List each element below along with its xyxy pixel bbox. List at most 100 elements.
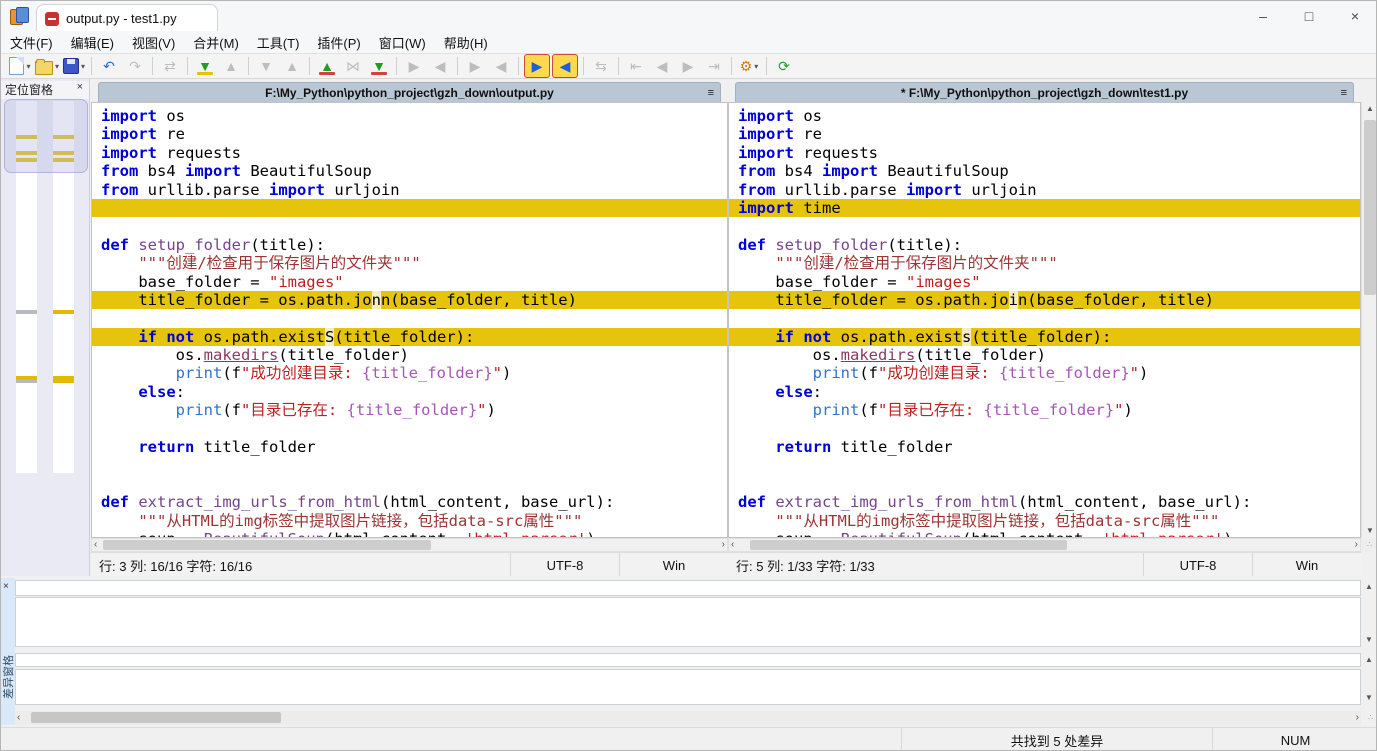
- code-line[interactable]: soup = BeautifulSoup(html_content, 'html…: [729, 530, 1360, 538]
- options-button[interactable]: ⚙▾: [737, 55, 761, 77]
- code-line[interactable]: [729, 456, 1360, 474]
- last-difference-button[interactable]: ▼: [367, 55, 391, 77]
- code-line[interactable]: def setup_folder(title):: [92, 236, 727, 254]
- scroll-right-icon[interactable]: ›: [1356, 712, 1359, 724]
- code-line[interactable]: import os: [729, 107, 1360, 125]
- code-line[interactable]: def extract_img_urls_from_html(html_cont…: [92, 493, 727, 511]
- scroll-left-icon[interactable]: ‹: [94, 539, 97, 551]
- menu-window[interactable]: 窗口(W): [370, 31, 435, 54]
- menu-plugins[interactable]: 插件(P): [308, 31, 369, 54]
- code-line[interactable]: def extract_img_urls_from_html(html_cont…: [729, 493, 1360, 511]
- code-line[interactable]: """从HTML的img标签中提取图片链接，包括data-src属性""": [729, 512, 1360, 530]
- scroll-left-icon[interactable]: ‹: [17, 712, 20, 724]
- code-line[interactable]: base_folder = "images": [729, 273, 1360, 291]
- code-line[interactable]: [729, 217, 1360, 235]
- menu-view[interactable]: 视图(V): [123, 31, 184, 54]
- first-difference-button[interactable]: ▲: [315, 55, 339, 77]
- dropdown-caret-icon[interactable]: ▾: [26, 62, 30, 71]
- reload-plugins-button[interactable]: ⟳: [772, 55, 796, 77]
- vscroll-thumb[interactable]: [1364, 120, 1376, 295]
- code-line[interactable]: """创建/检查用于保存图片的文件夹""": [92, 254, 727, 272]
- code-line[interactable]: [92, 456, 727, 474]
- right-pane-header[interactable]: * F:\My_Python\python_project\gzh_down\t…: [735, 82, 1354, 104]
- menu-merge[interactable]: 合并(M): [184, 31, 248, 54]
- menu-tools[interactable]: 工具(T): [248, 31, 309, 54]
- code-line[interactable]: [729, 309, 1360, 327]
- code-line[interactable]: import re: [729, 125, 1360, 143]
- left-horizontal-scrollbar[interactable]: ‹ ›: [91, 538, 728, 552]
- menu-help[interactable]: 帮助(H): [435, 31, 497, 54]
- code-line-diff[interactable]: if not os.path.exists(title_folder):: [729, 328, 1360, 346]
- scroll-down-icon[interactable]: ▼: [1365, 634, 1373, 646]
- code-line[interactable]: [92, 475, 727, 493]
- left-code-editor[interactable]: import osimport reimport requestsfrom bs…: [91, 102, 728, 538]
- scroll-right-icon[interactable]: ›: [722, 539, 725, 551]
- minimize-button[interactable]: –: [1240, 1, 1286, 31]
- code-line[interactable]: print(f"成功创建目录: {title_folder}"): [92, 364, 727, 382]
- dropdown-caret-icon[interactable]: ▾: [55, 62, 59, 71]
- code-line[interactable]: import requests: [729, 144, 1360, 162]
- left-pane-menu-icon[interactable]: ≡: [708, 87, 714, 99]
- open-button[interactable]: ▾: [34, 55, 60, 77]
- code-line[interactable]: """从HTML的img标签中提取图片链接，包括data-src属性""": [92, 512, 727, 530]
- scroll-up-icon[interactable]: ▲: [1365, 581, 1373, 593]
- diff-mark[interactable]: [16, 310, 37, 314]
- new-button[interactable]: ▾: [8, 55, 32, 77]
- scroll-down-icon[interactable]: ▼: [1366, 525, 1374, 537]
- code-line[interactable]: print(f"目录已存在: {title_folder}"): [92, 401, 727, 419]
- code-line[interactable]: else:: [729, 383, 1360, 401]
- code-line[interactable]: from urllib.parse import urljoin: [729, 181, 1360, 199]
- code-line[interactable]: from bs4 import BeautifulSoup: [729, 162, 1360, 180]
- code-line-diff[interactable]: title_folder = os.path.jonn(base_folder,…: [92, 291, 727, 309]
- vertical-scrollbar[interactable]: ▲ ▼: [1361, 102, 1377, 538]
- code-line-diff[interactable]: if not os.path.existS(title_folder):: [92, 328, 727, 346]
- diff-pane-left-vscrollbar[interactable]: ▲ ▼: [1361, 580, 1377, 647]
- code-line-gap[interactable]: [92, 199, 727, 217]
- code-line[interactable]: [92, 217, 727, 235]
- location-pane-close-icon[interactable]: ×: [77, 81, 83, 93]
- right-pane-menu-icon[interactable]: ≡: [1341, 87, 1347, 99]
- scrollbar-corner-grip[interactable]: ∴: [1361, 538, 1377, 552]
- code-line[interactable]: os.makedirs(title_folder): [729, 346, 1360, 364]
- left-hscroll-thumb[interactable]: [103, 540, 431, 550]
- right-horizontal-scrollbar[interactable]: ‹ ›: [728, 538, 1361, 552]
- code-line[interactable]: import os: [92, 107, 727, 125]
- code-line[interactable]: def setup_folder(title):: [729, 236, 1360, 254]
- diff-pane-resize-grip[interactable]: ∴: [1363, 711, 1377, 725]
- code-line[interactable]: [92, 309, 727, 327]
- document-tab[interactable]: output.py - test1.py: [36, 4, 218, 32]
- left-pane-header[interactable]: F:\My_Python\python_project\gzh_down\out…: [98, 82, 721, 104]
- code-line[interactable]: from urllib.parse import urljoin: [92, 181, 727, 199]
- maximize-button[interactable]: □: [1286, 1, 1332, 31]
- diff-pane-horizontal-scrollbar[interactable]: ‹ ›: [15, 711, 1361, 725]
- scroll-left-icon[interactable]: ‹: [731, 539, 734, 551]
- scroll-right-icon[interactable]: ›: [1355, 539, 1358, 551]
- right-hscroll-thumb[interactable]: [750, 540, 1067, 550]
- menu-file[interactable]: 文件(F): [1, 31, 62, 54]
- code-line[interactable]: os.makedirs(title_folder): [92, 346, 727, 364]
- scroll-down-icon[interactable]: ▼: [1365, 692, 1373, 704]
- diff-pane-hscroll-thumb[interactable]: [31, 712, 281, 723]
- diff-mark[interactable]: [16, 380, 37, 383]
- code-line[interactable]: [729, 420, 1360, 438]
- dropdown-caret-icon[interactable]: ▾: [81, 62, 85, 71]
- menu-edit[interactable]: 编辑(E): [62, 31, 123, 54]
- diff-pane-left-text[interactable]: [15, 597, 1361, 647]
- diff-pane-close-icon[interactable]: ×: [3, 581, 9, 592]
- code-line[interactable]: print(f"成功创建目录: {title_folder}"): [729, 364, 1360, 382]
- close-button[interactable]: ×: [1332, 1, 1377, 31]
- right-code-editor[interactable]: import osimport reimport requestsfrom bs…: [728, 102, 1361, 538]
- diff-mark[interactable]: [53, 310, 74, 314]
- code-line[interactable]: """创建/检查用于保存图片的文件夹""": [729, 254, 1360, 272]
- copy-all-to-left-button[interactable]: ◀: [552, 54, 578, 78]
- location-viewport-indicator[interactable]: [4, 99, 88, 173]
- save-button[interactable]: ▾: [62, 55, 86, 77]
- diff-pane-right-text[interactable]: [15, 669, 1361, 705]
- code-line[interactable]: base_folder = "images": [92, 273, 727, 291]
- scroll-up-icon[interactable]: ▲: [1365, 654, 1373, 666]
- code-line-diff[interactable]: title_folder = os.path.join(base_folder,…: [729, 291, 1360, 309]
- dropdown-caret-icon[interactable]: ▾: [754, 62, 758, 71]
- code-line[interactable]: soup = BeautifulSoup(html_content, 'html…: [92, 530, 727, 538]
- code-line[interactable]: return title_folder: [92, 438, 727, 456]
- code-line[interactable]: import re: [92, 125, 727, 143]
